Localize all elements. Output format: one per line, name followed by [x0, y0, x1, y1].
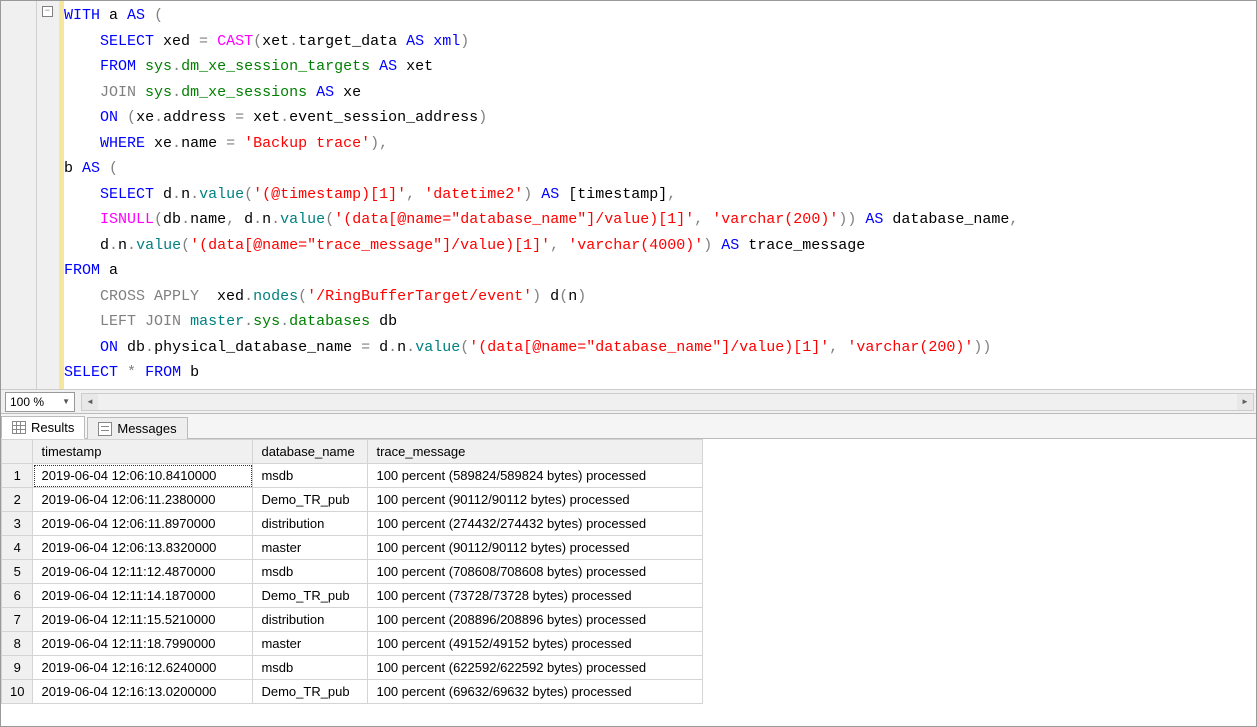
zoom-dropdown[interactable]: 100 % ▼ — [5, 392, 75, 412]
row-number[interactable]: 7 — [2, 608, 33, 632]
sql-editor[interactable]: − WITH a AS ( SELECT xed = CAST(xet.targ… — [1, 1, 1256, 389]
cell[interactable]: 2019-06-04 12:06:11.8970000 — [33, 512, 253, 536]
cell[interactable]: 2019-06-04 12:06:13.8320000 — [33, 536, 253, 560]
row-number[interactable]: 4 — [2, 536, 33, 560]
results-grid[interactable]: timestampdatabase_nametrace_message12019… — [1, 439, 1256, 726]
table-row[interactable]: 102019-06-04 12:16:13.0200000Demo_TR_pub… — [2, 680, 703, 704]
code-line[interactable]: LEFT JOIN master.sys.databases db — [64, 309, 1256, 335]
code-content[interactable]: WITH a AS ( SELECT xed = CAST(xet.target… — [64, 1, 1256, 389]
cell[interactable]: 2019-06-04 12:11:18.7990000 — [33, 632, 253, 656]
code-line[interactable]: SELECT xed = CAST(xet.target_data AS xml… — [64, 29, 1256, 55]
cell[interactable]: 2019-06-04 12:11:14.1870000 — [33, 584, 253, 608]
cell[interactable]: Demo_TR_pub — [253, 584, 368, 608]
code-line[interactable]: CROSS APPLY xed.nodes('/RingBufferTarget… — [64, 284, 1256, 310]
column-header[interactable]: trace_message — [368, 440, 703, 464]
row-number[interactable]: 8 — [2, 632, 33, 656]
table-row[interactable]: 22019-06-04 12:06:11.2380000Demo_TR_pub1… — [2, 488, 703, 512]
code-line[interactable]: ISNULL(db.name, d.n.value('(data[@name="… — [64, 207, 1256, 233]
cell[interactable]: 100 percent (622592/622592 bytes) proces… — [368, 656, 703, 680]
code-line[interactable]: SELECT d.n.value('(@timestamp)[1]', 'dat… — [64, 182, 1256, 208]
cell[interactable]: 100 percent (73728/73728 bytes) processe… — [368, 584, 703, 608]
cell[interactable]: 100 percent (208896/208896 bytes) proces… — [368, 608, 703, 632]
cell[interactable]: Demo_TR_pub — [253, 488, 368, 512]
cell[interactable]: 100 percent (708608/708608 bytes) proces… — [368, 560, 703, 584]
cell[interactable]: 2019-06-04 12:11:15.5210000 — [33, 608, 253, 632]
cell[interactable]: msdb — [253, 656, 368, 680]
chevron-down-icon: ▼ — [62, 397, 70, 406]
tab-results[interactable]: Results — [1, 416, 85, 439]
row-number[interactable]: 1 — [2, 464, 33, 488]
zoom-value: 100 % — [10, 395, 44, 409]
table-row[interactable]: 32019-06-04 12:06:11.8970000distribution… — [2, 512, 703, 536]
code-line[interactable]: ON (xe.address = xet.event_session_addre… — [64, 105, 1256, 131]
cell[interactable]: master — [253, 536, 368, 560]
table-row[interactable]: 82019-06-04 12:11:18.7990000master100 pe… — [2, 632, 703, 656]
cell[interactable]: master — [253, 632, 368, 656]
cell[interactable]: 2019-06-04 12:11:12.4870000 — [33, 560, 253, 584]
cell[interactable]: msdb — [253, 464, 368, 488]
code-line[interactable]: SELECT * FROM b — [64, 360, 1256, 386]
table-row[interactable]: 52019-06-04 12:11:12.4870000msdb100 perc… — [2, 560, 703, 584]
scroll-left-icon[interactable]: ◄ — [82, 394, 98, 410]
cell[interactable]: 2019-06-04 12:16:13.0200000 — [33, 680, 253, 704]
cell[interactable]: 100 percent (90112/90112 bytes) processe… — [368, 488, 703, 512]
table-row[interactable]: 42019-06-04 12:06:13.8320000master100 pe… — [2, 536, 703, 560]
row-number[interactable]: 9 — [2, 656, 33, 680]
code-line[interactable]: WHERE xe.name = 'Backup trace'), — [64, 131, 1256, 157]
cell[interactable]: 100 percent (90112/90112 bytes) processe… — [368, 536, 703, 560]
code-line[interactable]: WITH a AS ( — [64, 3, 1256, 29]
tab-messages[interactable]: Messages — [87, 417, 187, 439]
results-tabs: Results Messages — [1, 413, 1256, 439]
fold-margin[interactable]: − — [37, 1, 59, 389]
zoom-scrollbar-row: 100 % ▼ ◄ ► — [1, 389, 1256, 413]
cell[interactable]: distribution — [253, 512, 368, 536]
cell[interactable]: msdb — [253, 560, 368, 584]
tab-messages-label: Messages — [117, 421, 176, 436]
messages-icon — [98, 422, 112, 436]
row-number[interactable]: 2 — [2, 488, 33, 512]
row-header-blank[interactable] — [2, 440, 33, 464]
cell[interactable]: 100 percent (274432/274432 bytes) proces… — [368, 512, 703, 536]
row-number[interactable]: 10 — [2, 680, 33, 704]
horizontal-scrollbar[interactable]: ◄ ► — [81, 393, 1254, 411]
code-line[interactable]: FROM sys.dm_xe_session_targets AS xet — [64, 54, 1256, 80]
table-row[interactable]: 12019-06-04 12:06:10.8410000msdb100 perc… — [2, 464, 703, 488]
row-number[interactable]: 6 — [2, 584, 33, 608]
column-header[interactable]: timestamp — [33, 440, 253, 464]
table-row[interactable]: 62019-06-04 12:11:14.1870000Demo_TR_pub1… — [2, 584, 703, 608]
grid-icon — [12, 421, 26, 435]
column-header[interactable]: database_name — [253, 440, 368, 464]
row-number[interactable]: 3 — [2, 512, 33, 536]
code-line[interactable]: FROM a — [64, 258, 1256, 284]
cell[interactable]: 100 percent (49152/49152 bytes) processe… — [368, 632, 703, 656]
code-line[interactable]: d.n.value('(data[@name="trace_message"]/… — [64, 233, 1256, 259]
code-line[interactable]: ON db.physical_database_name = d.n.value… — [64, 335, 1256, 361]
cell[interactable]: 100 percent (589824/589824 bytes) proces… — [368, 464, 703, 488]
scroll-right-icon[interactable]: ► — [1237, 394, 1253, 410]
fold-collapse-icon[interactable]: − — [42, 6, 53, 17]
editor-gutter — [1, 1, 37, 389]
table-row[interactable]: 72019-06-04 12:11:15.5210000distribution… — [2, 608, 703, 632]
row-number[interactable]: 5 — [2, 560, 33, 584]
code-line[interactable]: b AS ( — [64, 156, 1256, 182]
results-table[interactable]: timestampdatabase_nametrace_message12019… — [1, 439, 703, 704]
cell[interactable]: Demo_TR_pub — [253, 680, 368, 704]
tab-results-label: Results — [31, 420, 74, 435]
cell[interactable]: distribution — [253, 608, 368, 632]
cell[interactable]: 2019-06-04 12:06:11.2380000 — [33, 488, 253, 512]
code-line[interactable]: JOIN sys.dm_xe_sessions AS xe — [64, 80, 1256, 106]
cell[interactable]: 2019-06-04 12:16:12.6240000 — [33, 656, 253, 680]
cell[interactable]: 100 percent (69632/69632 bytes) processe… — [368, 680, 703, 704]
cell[interactable]: 2019-06-04 12:06:10.8410000 — [33, 464, 253, 488]
table-row[interactable]: 92019-06-04 12:16:12.6240000msdb100 perc… — [2, 656, 703, 680]
